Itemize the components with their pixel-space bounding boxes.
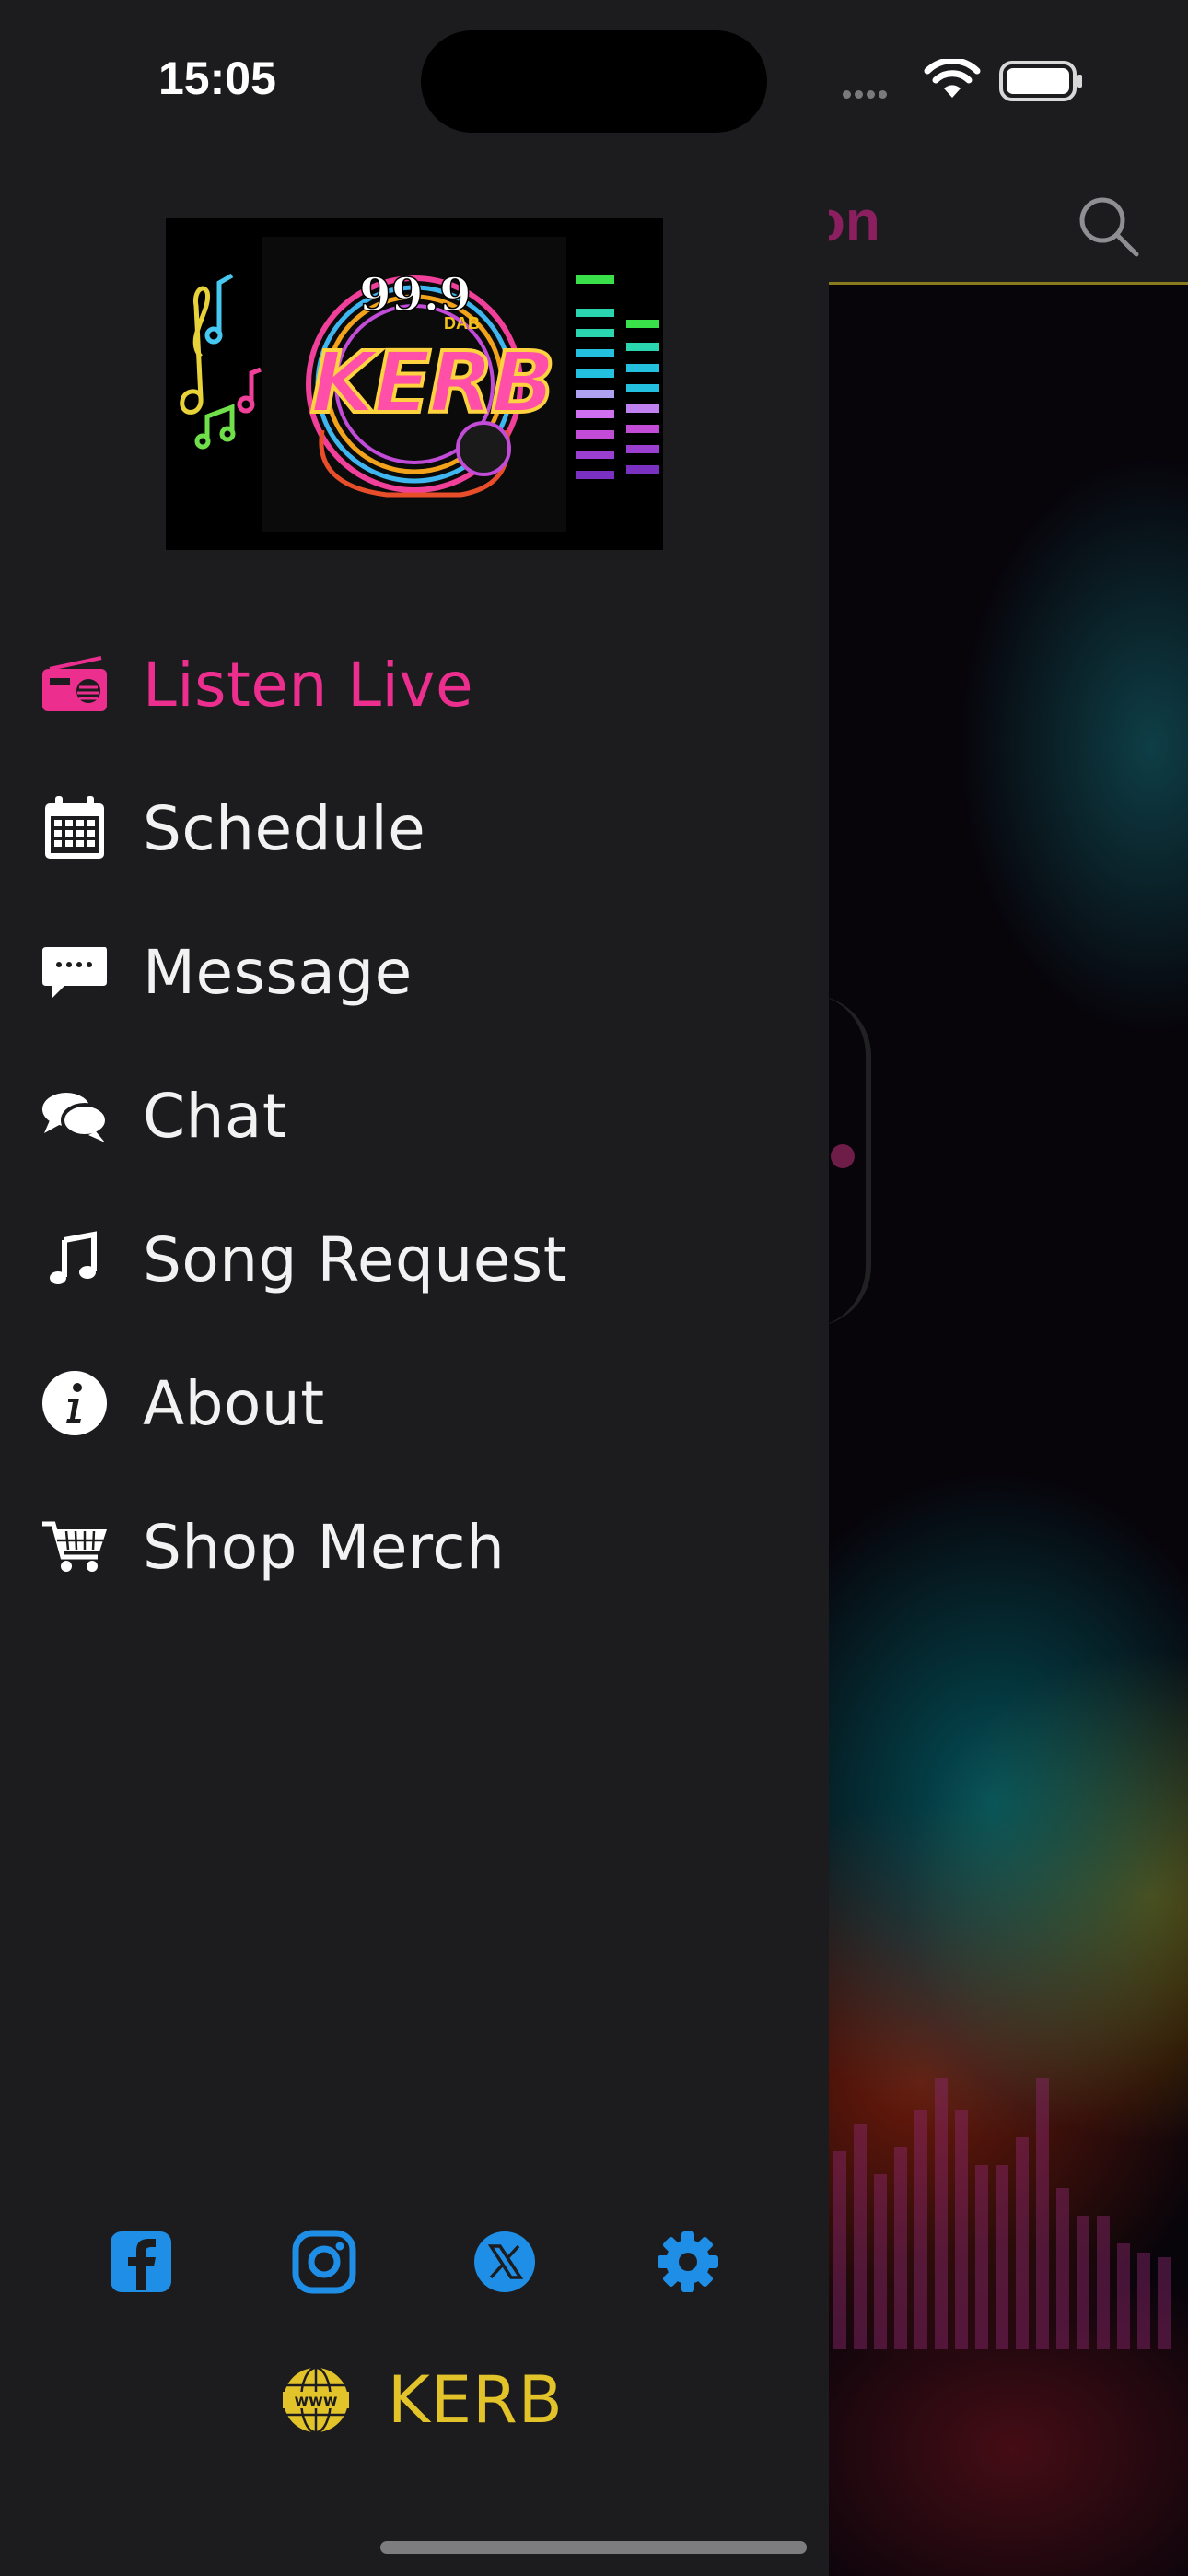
background-dial-dot — [831, 1144, 855, 1168]
website-link[interactable]: www KERB — [281, 2362, 564, 2438]
menu-label: Schedule — [143, 792, 426, 864]
dynamic-island — [421, 30, 767, 133]
website-label: KERB — [388, 2362, 564, 2438]
instagram-icon[interactable] — [292, 2230, 356, 2294]
menu-label: Chat — [143, 1080, 287, 1152]
menu-item-chat[interactable]: Chat — [0, 1044, 829, 1188]
menu-item-schedule[interactable]: Schedule — [0, 756, 829, 900]
x-icon[interactable] — [472, 2230, 537, 2294]
drawer-menu: Listen Live Schedule Message Chat Song R… — [0, 613, 829, 1619]
social-links — [0, 2230, 829, 2303]
cart-icon — [41, 1513, 109, 1581]
menu-label: Song Request — [143, 1224, 568, 1295]
facebook-icon[interactable] — [109, 2230, 173, 2294]
status-time: 15:05 — [158, 53, 276, 104]
menu-item-message[interactable]: Message — [0, 900, 829, 1044]
search-icon[interactable] — [1076, 193, 1140, 258]
battery-icon — [999, 61, 1082, 101]
station-logo: 99.9 DAB KERB — [166, 218, 663, 550]
www-globe-icon: www — [283, 2366, 349, 2434]
menu-label: Message — [143, 936, 413, 1008]
svg-text:www: www — [294, 2392, 337, 2410]
cellular-signal-icon — [843, 87, 891, 103]
equalizer-visual — [833, 2078, 1171, 2349]
menu-item-listen-live[interactable]: Listen Live — [0, 613, 829, 756]
radio-icon — [41, 650, 109, 719]
message-bubble-icon — [41, 938, 109, 1006]
navigation-drawer: 15:05 99.9 DAB KERB Listen Live Schedule… — [0, 0, 829, 2576]
station-logo-art: 99.9 DAB KERB — [166, 218, 663, 550]
settings-gear-icon[interactable] — [656, 2230, 720, 2294]
menu-label: About — [143, 1367, 325, 1439]
home-indicator[interactable] — [380, 2541, 807, 2554]
info-icon — [41, 1369, 109, 1437]
menu-item-about[interactable]: About — [0, 1331, 829, 1475]
menu-item-song-request[interactable]: Song Request — [0, 1188, 829, 1331]
menu-label: Shop Merch — [143, 1511, 506, 1583]
logo-band: DAB — [444, 314, 480, 333]
wifi-icon — [924, 59, 981, 98]
calendar-icon — [41, 794, 109, 862]
menu-label: Listen Live — [143, 649, 474, 720]
chat-bubbles-icon — [41, 1082, 109, 1150]
logo-name: KERB — [310, 334, 553, 432]
music-note-icon — [41, 1225, 109, 1294]
menu-item-shop-merch[interactable]: Shop Merch — [0, 1475, 829, 1619]
